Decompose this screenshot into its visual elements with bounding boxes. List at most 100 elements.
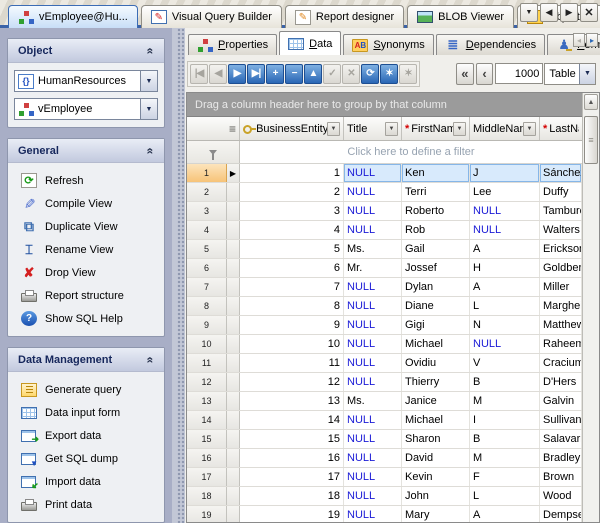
cell-middlename[interactable]: NULL — [470, 202, 540, 220]
view-mode-dropdown-icon[interactable] — [579, 63, 595, 84]
cell-businessentityid[interactable]: 4 — [240, 221, 344, 239]
sidebar-item-print-data[interactable]: Print data — [12, 493, 160, 516]
cell-firstname[interactable]: Gail — [402, 240, 470, 258]
next-record-button[interactable]: ▶ — [228, 63, 246, 84]
cell-lastname[interactable]: Erickson — [540, 240, 582, 258]
scrollbar-thumb[interactable] — [584, 116, 598, 164]
cell-businessentityid[interactable]: 14 — [240, 411, 344, 429]
cell-middlename[interactable]: NULL — [470, 221, 540, 239]
cell-middlename[interactable]: B — [470, 430, 540, 448]
cell-lastname[interactable]: Walters — [540, 221, 582, 239]
sidebar-item-rename-view[interactable]: Rename View — [12, 238, 160, 261]
cell-firstname[interactable]: Roberto — [402, 202, 470, 220]
post-edit-button[interactable]: ✓ — [323, 63, 341, 84]
cell-title[interactable]: NULL — [344, 297, 402, 315]
row-number-cell[interactable]: 15 — [187, 430, 227, 448]
sidebar-item-show-sql-help[interactable]: Show SQL Help — [12, 307, 160, 330]
cell-title[interactable]: NULL — [344, 221, 402, 239]
table-row[interactable]: 8 8 NULL Diane L Margheim — [187, 297, 582, 316]
view-combo[interactable]: vEmployee — [14, 98, 158, 120]
cell-title[interactable]: Mr. — [344, 259, 402, 277]
row-number-cell[interactable]: 5 — [187, 240, 227, 258]
cell-middlename[interactable]: A — [470, 240, 540, 258]
object-panel-header[interactable]: Object — [8, 39, 164, 63]
scroll-up-icon[interactable] — [584, 94, 598, 110]
tab-scroll-left-icon[interactable] — [540, 3, 558, 22]
table-row[interactable]: 4 4 NULL Rob NULL Walters — [187, 221, 582, 240]
cell-businessentityid[interactable]: 5 — [240, 240, 344, 258]
cell-middlename[interactable]: V — [470, 354, 540, 372]
cell-businessentityid[interactable]: 17 — [240, 468, 344, 486]
sidebar-item-generate-query[interactable]: Generate query — [12, 378, 160, 401]
insert-record-button[interactable]: + — [266, 63, 284, 84]
cell-middlename[interactable]: H — [470, 259, 540, 277]
view-mode-select[interactable]: Table — [544, 62, 596, 85]
collapse-panel-icon[interactable] — [144, 356, 158, 363]
fetch-next-records-button[interactable] — [475, 62, 494, 85]
cell-businessentityid[interactable]: 19 — [240, 506, 344, 522]
cell-title[interactable]: NULL — [344, 278, 402, 296]
cell-title[interactable]: NULL — [344, 373, 402, 391]
tab-vemployee[interactable]: vEmployee@Hu... — [8, 5, 138, 28]
cell-firstname[interactable]: Mary — [402, 506, 470, 522]
row-number-cell[interactable]: 19 — [187, 506, 227, 522]
first-record-button[interactable]: |◀ — [190, 63, 208, 84]
cell-title[interactable]: NULL — [344, 202, 402, 220]
data-management-panel-header[interactable]: Data Management — [8, 348, 164, 372]
cell-businessentityid[interactable]: 13 — [240, 392, 344, 410]
table-row[interactable]: 1 1 NULL Ken J Sánchez — [187, 164, 582, 183]
tab-synonyms[interactable]: Synonyms — [343, 34, 434, 55]
row-number-cell[interactable]: 10 — [187, 335, 227, 353]
cell-title[interactable]: Ms. — [344, 240, 402, 258]
refresh-records-button[interactable]: ⟳ — [361, 63, 379, 84]
table-row[interactable]: 13 13 Ms. Janice M Galvin — [187, 392, 582, 411]
cell-lastname[interactable]: Tamburello — [540, 202, 582, 220]
cell-businessentityid[interactable]: 12 — [240, 373, 344, 391]
cell-lastname[interactable]: Bradley — [540, 449, 582, 467]
cell-lastname[interactable]: Sullivan — [540, 411, 582, 429]
cell-title[interactable]: NULL — [344, 411, 402, 429]
general-panel-header[interactable]: General — [8, 139, 164, 163]
cell-firstname[interactable]: John — [402, 487, 470, 505]
sidebar-item-compile-view[interactable]: Compile View — [12, 192, 160, 215]
cell-lastname[interactable]: D'Hers — [540, 373, 582, 391]
cell-firstname[interactable]: Sharon — [402, 430, 470, 448]
cell-firstname[interactable]: David — [402, 449, 470, 467]
cell-firstname[interactable]: Michael — [402, 335, 470, 353]
cell-lastname[interactable]: Raheem — [540, 335, 582, 353]
column-filter-dropdown-icon[interactable] — [523, 121, 536, 136]
row-number-cell[interactable]: 3 — [187, 202, 227, 220]
row-number-cell[interactable]: 2 — [187, 183, 227, 201]
cell-businessentityid[interactable]: 15 — [240, 430, 344, 448]
cell-firstname[interactable]: Thierry — [402, 373, 470, 391]
sidebar-splitter[interactable] — [172, 28, 185, 523]
schema-combo-dropdown-icon[interactable] — [140, 71, 157, 91]
table-row[interactable]: 14 14 NULL Michael I Sullivan — [187, 411, 582, 430]
cell-middlename[interactable]: M — [470, 449, 540, 467]
cell-middlename[interactable]: N — [470, 316, 540, 334]
cell-businessentityid[interactable]: 8 — [240, 297, 344, 315]
cell-businessentityid[interactable]: 7 — [240, 278, 344, 296]
column-header-middlename[interactable]: MiddleName — [470, 117, 540, 140]
cancel-edit-button[interactable]: ✕ — [342, 63, 360, 84]
table-row[interactable]: 10 10 NULL Michael NULL Raheem — [187, 335, 582, 354]
sidebar-item-drop-view[interactable]: Drop View — [12, 261, 160, 284]
object-tabs-scroll-right-icon[interactable] — [586, 33, 598, 47]
tab-data[interactable]: Data — [279, 31, 342, 55]
cell-lastname[interactable]: Brown — [540, 468, 582, 486]
object-tabs-scroll-left-icon[interactable] — [573, 33, 585, 47]
cell-title[interactable]: NULL — [344, 506, 402, 522]
sidebar-item-refresh[interactable]: Refresh — [12, 169, 160, 192]
cell-businessentityid[interactable]: 11 — [240, 354, 344, 372]
cell-lastname[interactable]: Miller — [540, 278, 582, 296]
record-limit-input[interactable] — [495, 63, 544, 84]
row-number-cell[interactable]: 13 — [187, 392, 227, 410]
sidebar-item-get-sql-dump[interactable]: Get SQL dump — [12, 447, 160, 470]
cell-lastname[interactable]: Dempsey — [540, 506, 582, 522]
row-number-cell[interactable]: 16 — [187, 449, 227, 467]
table-row[interactable]: 19 19 NULL Mary A Dempsey — [187, 506, 582, 522]
cell-middlename[interactable]: NULL — [470, 335, 540, 353]
cell-firstname[interactable]: Rob — [402, 221, 470, 239]
define-filter-link[interactable]: Click here to define a filter — [240, 141, 582, 163]
cell-lastname[interactable]: Wood — [540, 487, 582, 505]
